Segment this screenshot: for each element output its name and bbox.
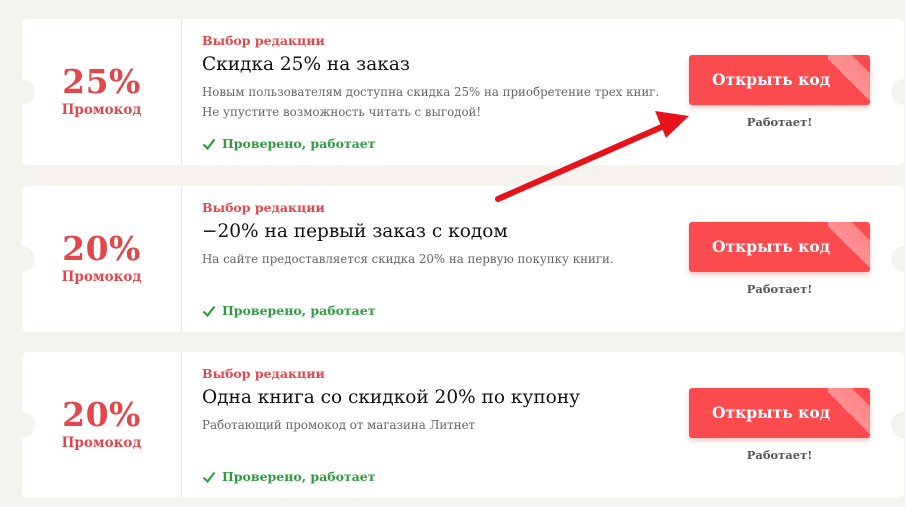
promo-label: Промокод — [61, 435, 142, 451]
discount-block: 20% Промокод — [22, 186, 182, 332]
open-code-button[interactable]: Открыть код — [689, 388, 870, 438]
works-status: Работает! — [746, 448, 813, 462]
promo-label: Промокод — [61, 269, 142, 285]
coupon-card: 20% Промокод Выбор редакции −20% на перв… — [22, 186, 904, 332]
verified-text: Проверено, работает — [222, 303, 376, 318]
discount-percent: 20% — [62, 229, 141, 268]
coupon-description: На сайте предоставляется скидка 20% на п… — [202, 252, 614, 266]
check-icon — [202, 138, 216, 150]
verified-status: Проверено, работает — [202, 303, 375, 318]
works-status: Работает! — [746, 115, 813, 129]
coupon-title: −20% на первый заказ с кодом — [202, 221, 508, 242]
coupon-title: Одна книга со скидкой 20% по купону — [202, 387, 581, 408]
open-code-button[interactable]: Открыть код — [689, 222, 870, 272]
coupon-card: 20% Промокод Выбор редакции Одна книга с… — [22, 352, 904, 498]
coupon-info: Выбор редакции −20% на первый заказ с ко… — [202, 186, 672, 332]
coupon-card: 25% Промокод Выбор редакции Скидка 25% н… — [22, 19, 904, 165]
discount-block: 25% Промокод — [22, 19, 182, 165]
verified-status: Проверено, работает — [202, 469, 375, 484]
open-code-button[interactable]: Открыть код — [689, 55, 870, 105]
editor-choice-label: Выбор редакции — [202, 366, 325, 381]
open-code-label: Открыть код — [711, 403, 831, 422]
coupon-actions: Открыть код Работает! — [689, 186, 870, 332]
open-code-label: Открыть код — [711, 70, 831, 89]
ticket-notch — [891, 412, 904, 438]
discount-percent: 25% — [62, 62, 141, 101]
discount-percent: 20% — [62, 395, 141, 434]
verified-text: Проверено, работает — [222, 469, 376, 484]
works-status: Работает! — [746, 282, 813, 296]
coupon-actions: Открыть код Работает! — [689, 19, 870, 165]
coupon-info: Выбор редакции Скидка 25% на заказ Новым… — [202, 19, 672, 165]
coupon-info: Выбор редакции Одна книга со скидкой 20%… — [202, 352, 672, 498]
ticket-notch — [891, 246, 904, 272]
coupon-description: Работающий промокод от магазина Литнет — [202, 418, 476, 432]
verified-text: Проверено, работает — [222, 136, 376, 151]
coupon-actions: Открыть код Работает! — [689, 352, 870, 498]
discount-block: 20% Промокод — [22, 352, 182, 498]
editor-choice-label: Выбор редакции — [202, 33, 325, 48]
open-code-label: Открыть код — [711, 237, 831, 256]
check-icon — [202, 471, 216, 483]
ticket-notch — [891, 79, 904, 105]
editor-choice-label: Выбор редакции — [202, 200, 325, 215]
verified-status: Проверено, работает — [202, 136, 375, 151]
check-icon — [202, 305, 216, 317]
promo-label: Промокод — [61, 102, 142, 118]
coupon-description: Новым пользователям доступна скидка 25% … — [202, 85, 660, 119]
coupon-title: Скидка 25% на заказ — [202, 54, 410, 75]
